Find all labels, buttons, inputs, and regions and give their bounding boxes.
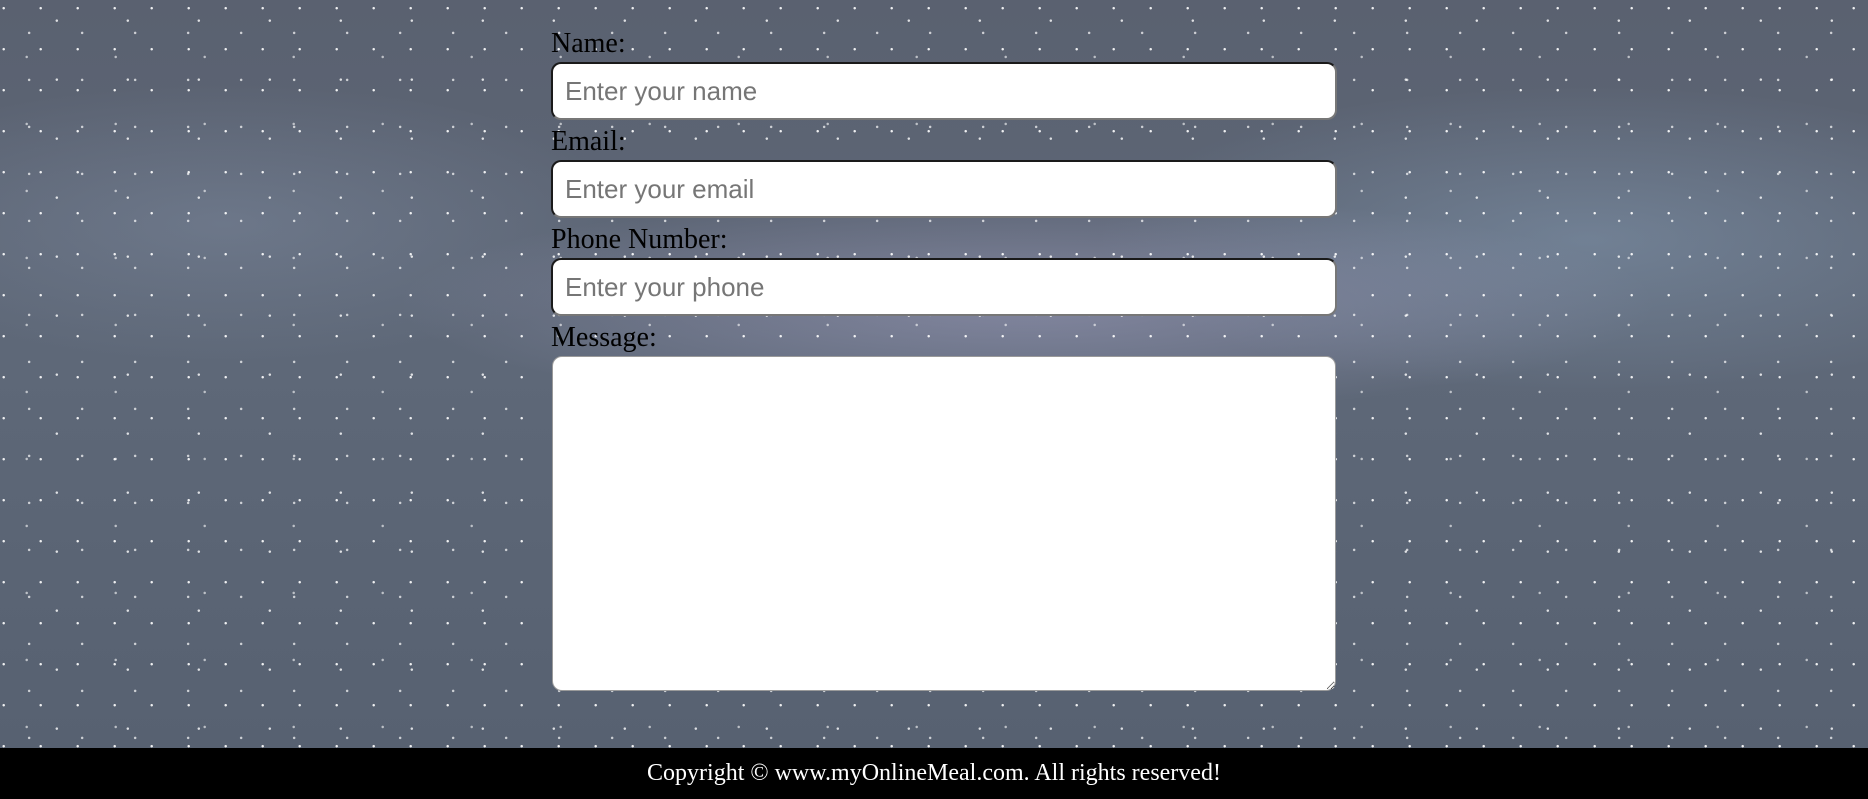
message-label: Message: [551,322,657,353]
name-label: Name: [551,28,626,59]
message-textarea[interactable] [552,356,1336,691]
footer: Copyright © www.myOnlineMeal.com. All ri… [0,748,1868,799]
email-input[interactable] [551,160,1337,218]
contact-form: Name: Email: Phone Number: Message: [551,28,1337,691]
copyright-text: Copyright © www.myOnlineMeal.com. All ri… [647,760,1221,786]
phone-label: Phone Number: [551,224,728,255]
email-label: Email: [551,126,626,157]
phone-input[interactable] [551,258,1337,316]
name-input[interactable] [551,62,1337,120]
